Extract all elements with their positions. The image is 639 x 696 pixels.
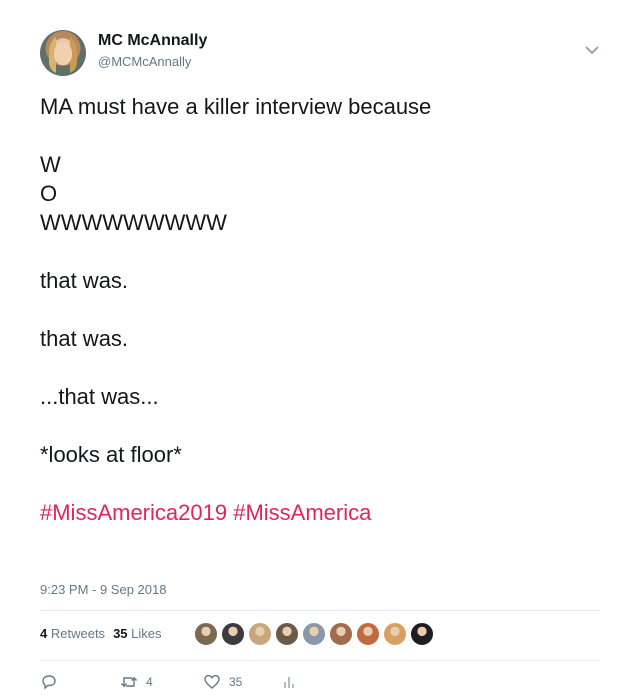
reply-icon bbox=[42, 675, 56, 690]
user-avatar[interactable] bbox=[40, 30, 86, 76]
heart-icon bbox=[204, 674, 220, 689]
tweet-line bbox=[40, 469, 600, 498]
tweet-line bbox=[40, 121, 600, 150]
tweet-line bbox=[40, 237, 600, 266]
liker-avatar-5[interactable] bbox=[302, 622, 326, 646]
engagement-stats: 4 Retweets 35 Likes bbox=[40, 626, 162, 641]
analytics-button[interactable] bbox=[280, 672, 298, 692]
liker-avatar-1[interactable] bbox=[194, 622, 218, 646]
liker-avatar-3[interactable] bbox=[248, 622, 272, 646]
tweet-line: that was. bbox=[40, 268, 129, 293]
tweet-line bbox=[40, 353, 600, 382]
analytics-icon bbox=[284, 677, 294, 688]
chevron-down-icon[interactable] bbox=[582, 42, 602, 58]
tweet-line: that was. bbox=[40, 326, 129, 351]
liker-avatar-8[interactable] bbox=[383, 622, 407, 646]
user-handle[interactable]: @MCMcAnnally bbox=[98, 54, 191, 69]
display-name[interactable]: MC McAnnally bbox=[98, 32, 207, 50]
liker-avatar-9[interactable] bbox=[410, 622, 434, 646]
retweets-label: Retweets bbox=[50, 626, 106, 641]
hashtag-link[interactable]: #MissAmerica2019 bbox=[40, 500, 227, 525]
tweet-timestamp[interactable]: 9:23 PM - 9 Sep 2018 bbox=[40, 582, 166, 597]
retweets-stat[interactable]: 4 Retweets bbox=[40, 626, 105, 641]
liker-avatar-2[interactable] bbox=[221, 622, 245, 646]
retweets-count: 4 bbox=[40, 626, 48, 641]
tweet-line bbox=[40, 411, 600, 440]
tweet-card: MC McAnnally @MCMcAnnally MA must have a… bbox=[0, 0, 639, 696]
reply-button[interactable] bbox=[40, 672, 58, 692]
retweet-button[interactable]: 4 bbox=[120, 672, 153, 692]
retweet-count: 4 bbox=[146, 675, 153, 689]
like-button[interactable]: 35 bbox=[203, 672, 242, 692]
hashtag-link[interactable]: #MissAmerica bbox=[233, 500, 371, 525]
likes-count: 35 bbox=[113, 626, 128, 641]
tweet-line bbox=[40, 295, 600, 324]
tweet-line: O bbox=[40, 181, 58, 206]
liker-avatar-4[interactable] bbox=[275, 622, 299, 646]
divider bbox=[40, 610, 600, 611]
hashtags: #MissAmerica2019 #MissAmerica bbox=[40, 498, 600, 527]
liker-avatar-6[interactable] bbox=[329, 622, 353, 646]
tweet-line: WWWWWWWWW bbox=[40, 210, 227, 235]
tweet-line: MA must have a killer interview because bbox=[40, 94, 432, 119]
tweet-line: ...that was... bbox=[40, 384, 159, 409]
like-count: 35 bbox=[229, 675, 243, 689]
likes-stat[interactable]: 35 Likes bbox=[113, 626, 161, 641]
likes-label: Likes bbox=[131, 626, 162, 641]
retweet-icon bbox=[120, 676, 138, 688]
tweet-line: *looks at floor* bbox=[40, 442, 182, 467]
divider bbox=[40, 660, 600, 661]
tweet-line: W bbox=[40, 152, 61, 177]
liker-avatar-7[interactable] bbox=[356, 622, 380, 646]
tweet-text: MA must have a killer interview because … bbox=[40, 92, 600, 527]
